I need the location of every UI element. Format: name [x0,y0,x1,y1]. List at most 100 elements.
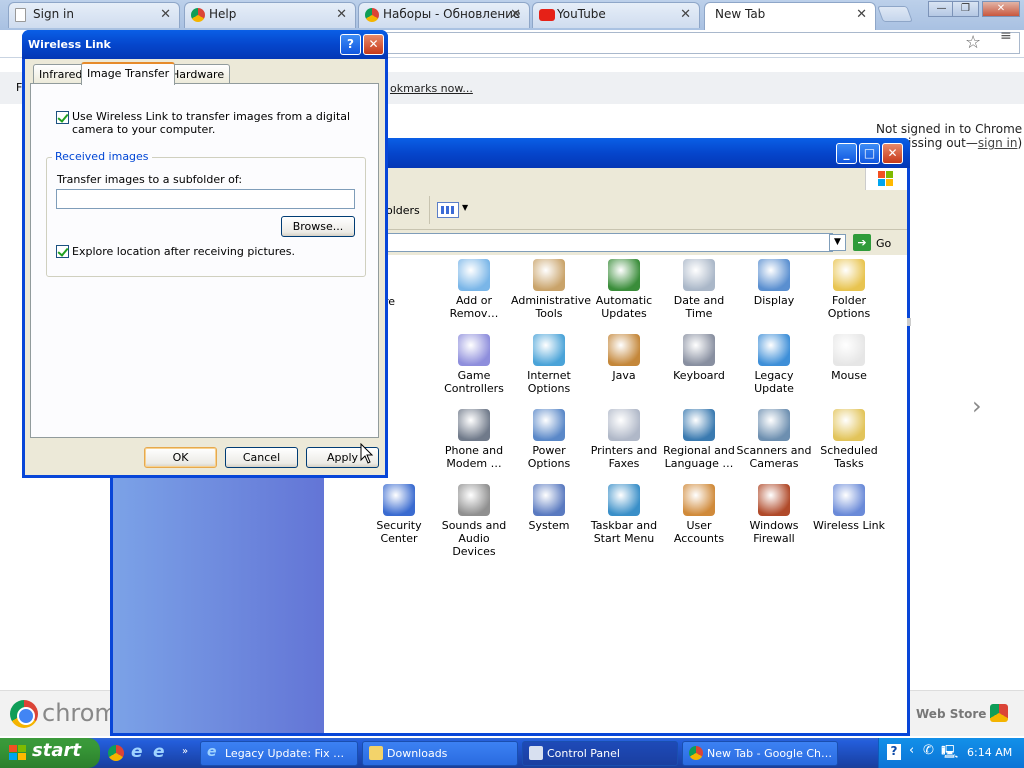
control-panel-item-label: Printers and Faxes [590,444,658,470]
import-bookmarks-link[interactable]: okmarks now... [390,82,473,95]
ie-quicklaunch-icon[interactable]: e [131,742,143,762]
ie-quicklaunch-icon-2[interactable]: e [153,742,165,762]
control-panel-item[interactable]: Administrative Tools [511,259,591,320]
explore-location-checkbox[interactable] [56,245,69,258]
control-panel-item[interactable]: Folder Options [811,259,887,320]
not-signed-in-text: Not signed in to Chrome [876,122,1023,136]
help-tray-icon[interactable]: ? [887,744,901,760]
chevron-down-icon[interactable]: ▼ [462,203,468,212]
control-panel-item[interactable]: Phone and Modem … [436,409,512,470]
control-panel-item[interactable]: Regional and Language … [661,409,737,470]
control-panel-item[interactable]: Mouse [811,334,887,382]
task-label: Control Panel [547,747,620,760]
subfolder-field[interactable] [56,189,355,209]
sounds-audio-icon [458,484,490,516]
control-panel-item[interactable]: User Accounts [661,484,737,545]
control-panel-item[interactable]: Sounds and Audio Devices [436,484,512,558]
control-panel-item[interactable]: Scheduled Tasks [811,409,887,470]
chrome-menu-icon[interactable]: ≡ [1000,29,1012,43]
close-icon[interactable]: ✕ [982,1,1020,17]
sign-in-prompt: issing out—sign in) [908,136,1022,150]
sign-in-link[interactable]: sign in [978,136,1018,150]
cancel-button[interactable]: Cancel [225,447,298,468]
control-panel-item[interactable]: Display [736,259,812,307]
control-panel-item-label: Phone and Modem … [444,444,504,470]
control-panel-item[interactable]: Date and Time [661,259,737,320]
control-panel-item-label: Power Options [527,444,571,470]
web-store-link[interactable]: Web Store [916,707,986,721]
control-panel-item[interactable]: Windows Firewall [736,484,812,545]
close-icon[interactable]: ✕ [856,7,867,22]
close-icon[interactable]: ✕ [510,7,521,22]
display-icon [758,259,790,291]
bookmark-star-icon[interactable]: ☆ [965,32,981,53]
chrome-quicklaunch-icon[interactable] [108,745,124,761]
control-panel-item-label: User Accounts [673,519,725,545]
control-panel-item[interactable]: System [511,484,587,532]
folders-button[interactable]: olders [386,204,420,217]
close-icon[interactable]: ✕ [680,7,691,22]
control-panel-item-label: Security Center [376,519,422,545]
new-tab-button[interactable] [877,6,913,22]
control-panel-item-label: Windows Firewall [749,519,799,545]
close-icon[interactable]: ✕ [336,7,347,22]
tab-image-transfer[interactable]: Image Transfer [81,62,176,85]
close-icon[interactable]: ✕ [882,143,903,164]
control-panel-item[interactable]: Keyboard [661,334,737,382]
use-wireless-checkbox[interactable] [56,111,69,124]
wireless-link-titlebar[interactable]: Wireless Link ? ✕ [22,30,388,59]
network-icon[interactable]: ✆ [923,743,934,758]
volume-icon[interactable]: 🖳 [941,743,958,765]
clock[interactable]: 6:14 AM [967,746,1012,759]
control-panel-item[interactable]: Automatic Updates [586,259,662,320]
restore-icon[interactable]: ❐ [952,1,979,17]
control-panel-item[interactable]: Internet Options [511,334,587,395]
taskbar-item-chrome[interactable]: New Tab - Google Ch… [682,741,838,766]
taskbar-item-downloads[interactable]: Downloads [362,741,518,766]
taskbar-item-legacy-update[interactable]: e Legacy Update: Fix … [200,741,358,766]
taskbar-item-control-panel[interactable]: Control Panel [522,741,678,766]
ok-button[interactable]: OK [144,447,217,468]
control-panel-item[interactable]: Power Options [511,409,587,470]
maximize-icon[interactable]: □ [859,143,880,164]
quicklaunch-overflow-icon[interactable]: » [182,746,188,757]
control-panel-item[interactable]: Game Controllers [436,334,512,395]
browse-button[interactable]: Browse... [281,216,355,237]
web-store-icon[interactable] [990,704,1008,722]
security-center-icon [383,484,415,516]
minimize-icon[interactable]: — [928,1,955,17]
tab-help[interactable]: Help ✕ [184,2,356,28]
control-panel-item-label: Display [753,294,795,307]
keyboard-icon [683,334,715,366]
game-controllers-icon [458,334,490,366]
minimize-icon[interactable]: _ [836,143,857,164]
missing-out-text: issing out— [908,136,978,150]
go-button[interactable]: Go [876,237,891,250]
explore-location-label: Explore location after receiving picture… [72,245,296,258]
control-panel-item[interactable]: Printers and Faxes [586,409,662,470]
tab-youtube[interactable]: YouTube ✕ [532,2,700,28]
control-panel-item-label: Scheduled Tasks [820,444,878,470]
views-icon[interactable] [437,202,459,218]
next-page-arrow[interactable]: › [972,392,982,420]
chevron-left-icon[interactable]: ‹ [909,743,914,758]
control-panel-item[interactable]: Add or Remov… [436,259,512,320]
control-panel-item[interactable]: Security Center [361,484,437,545]
go-arrow-icon[interactable]: ➔ [853,234,871,251]
close-icon[interactable]: ✕ [363,34,384,55]
control-panel-item[interactable]: Scanners and Cameras [736,409,812,470]
control-panel-item-label: Folder Options [827,294,871,320]
chevron-down-icon[interactable]: ▼ [829,234,846,251]
tab-new-tab[interactable]: New Tab ✕ [704,2,876,30]
tab-sign-in[interactable]: Sign in ✕ [8,2,180,28]
close-icon[interactable]: ✕ [160,7,171,22]
control-panel-item[interactable]: Taskbar and Start Menu [586,484,662,545]
control-panel-item[interactable]: Wireless Link [811,484,887,532]
control-panel-item-label: Game Controllers [444,369,504,395]
scroll-indicator [907,318,911,326]
start-button[interactable]: start [0,738,100,768]
help-icon[interactable]: ? [340,34,361,55]
control-panel-item[interactable]: Java [586,334,662,382]
control-panel-item[interactable]: Legacy Update [736,334,812,395]
tab-nabory[interactable]: Наборы - Обновление ✕ [358,2,530,28]
